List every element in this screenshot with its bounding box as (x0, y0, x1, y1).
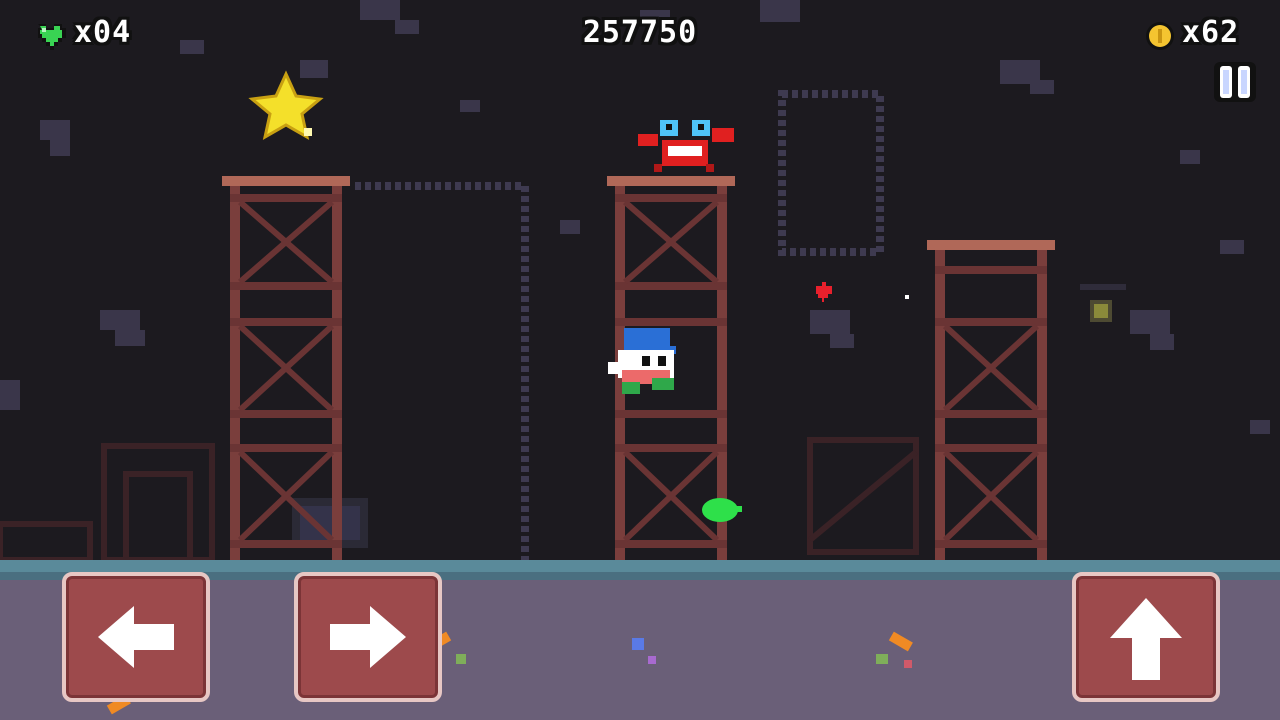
coin-counter: x62 (1182, 15, 1240, 50)
sparkle (905, 295, 909, 299)
coin-icon (1146, 22, 1174, 50)
arrow-up-icon (1110, 598, 1182, 680)
arrow-right-icon (330, 606, 406, 668)
pause-button[interactable] (1212, 60, 1258, 104)
pause-icon (1214, 62, 1256, 102)
score-display: 257750 (582, 15, 698, 50)
arrow-left-icon (98, 606, 174, 668)
move-right-button[interactable] (294, 572, 442, 702)
move-left-button[interactable] (62, 572, 210, 702)
jump-button[interactable] (1072, 572, 1220, 702)
